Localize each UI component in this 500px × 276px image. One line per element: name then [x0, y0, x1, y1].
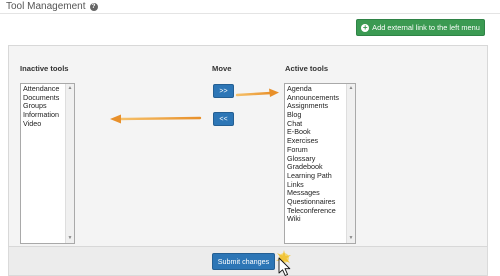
- submit-changes-button[interactable]: Submit changes: [212, 253, 275, 270]
- inactive-tools-list[interactable]: Attendance Documents Groups Information Vide…: [20, 83, 75, 244]
- move-to-inactive-button[interactable]: <<: [213, 112, 234, 126]
- scroll-up-icon[interactable]: ▲: [347, 84, 355, 93]
- title-divider: [0, 13, 500, 14]
- page-title-text: Tool Management: [6, 1, 86, 12]
- active-tools-items: Agenda Announcements Assignments Blog Chat E-…: [286, 84, 346, 224]
- inactive-tools-items: Attendance Documents Groups Information Vide…: [22, 84, 65, 129]
- move-to-active-button[interactable]: >>: [213, 84, 234, 98]
- scroll-down-icon[interactable]: ▼: [66, 234, 74, 243]
- help-icon[interactable]: ?: [89, 2, 98, 11]
- add-external-link-button[interactable]: + Add external link to the left menu: [356, 19, 485, 36]
- list-item[interactable]: Wiki: [286, 215, 346, 224]
- list-item[interactable]: Video: [22, 119, 65, 129]
- active-scrollbar[interactable]: ▲ ▼: [346, 84, 355, 243]
- active-tools-heading: Active tools: [285, 64, 329, 73]
- scroll-down-icon[interactable]: ▼: [347, 234, 355, 243]
- page-title: Tool Management ?: [6, 1, 98, 12]
- active-tools-list[interactable]: Agenda Announcements Assignments Blog Chat E-…: [284, 83, 356, 244]
- move-heading: Move: [212, 64, 232, 73]
- add-external-link-label: Add external link to the left menu: [372, 23, 480, 32]
- inactive-tools-heading: Inactive tools: [20, 64, 69, 73]
- scroll-up-icon[interactable]: ▲: [66, 84, 74, 93]
- inactive-scrollbar[interactable]: ▲ ▼: [65, 84, 74, 243]
- plus-circle-icon: +: [361, 22, 370, 32]
- tools-panel: [8, 45, 488, 247]
